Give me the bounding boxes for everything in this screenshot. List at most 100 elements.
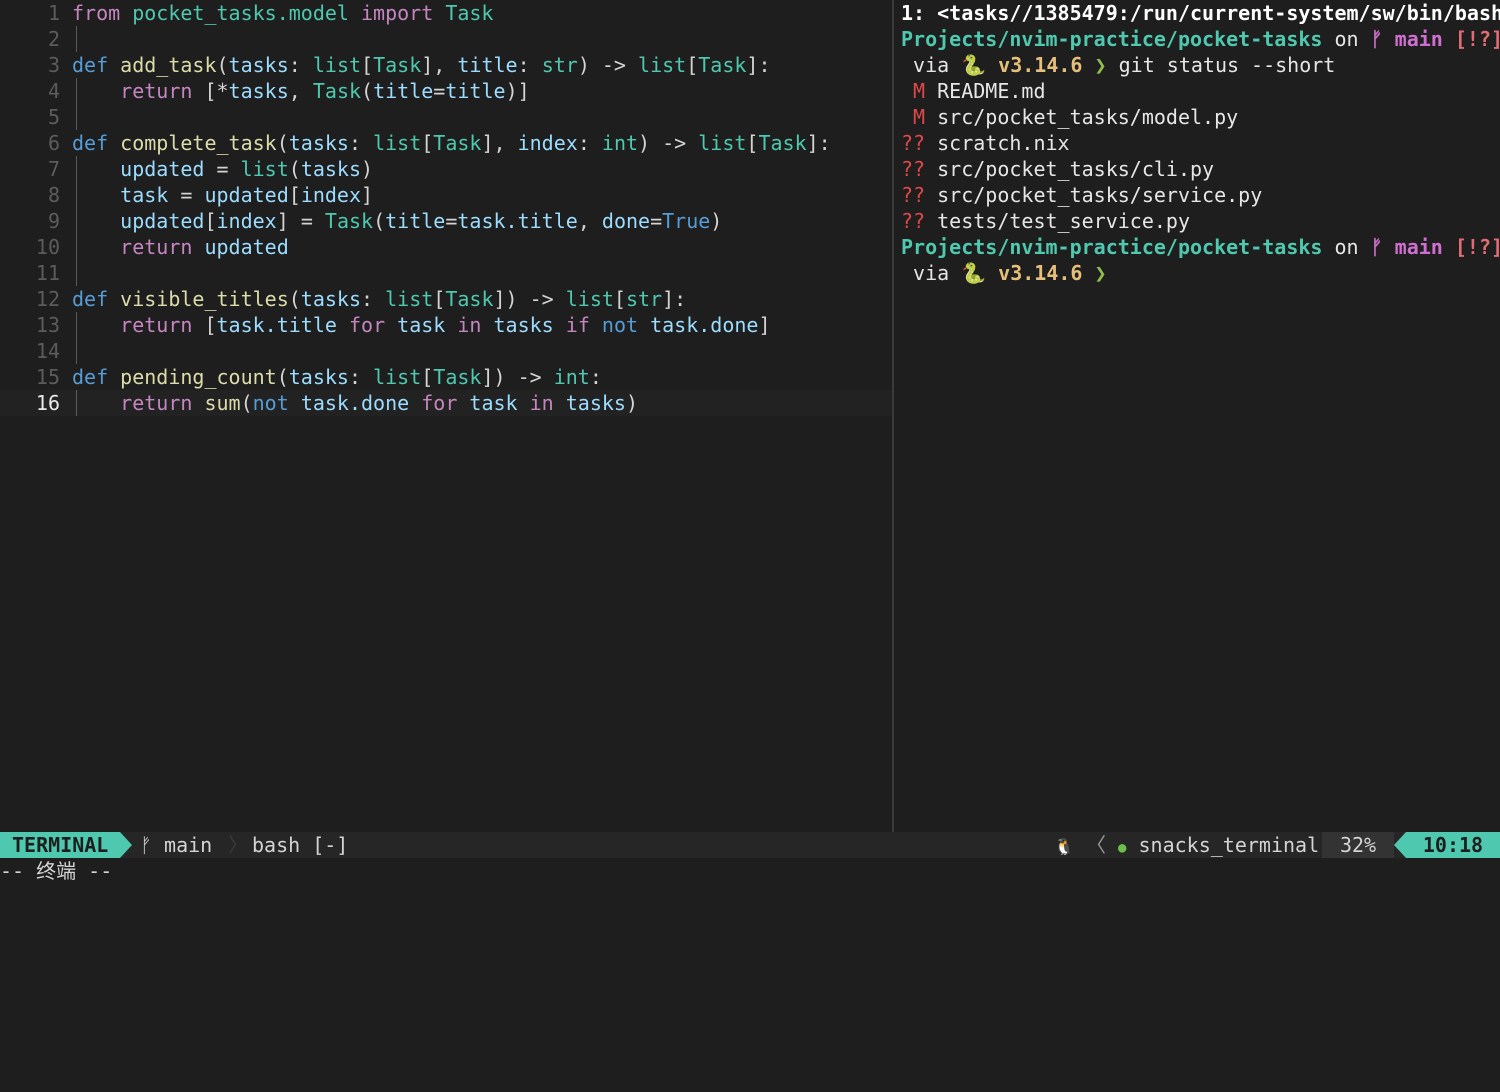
code-line[interactable]: 4 return [*tasks, Task(title=title)] [0, 78, 892, 104]
line-number: 6 [47, 131, 60, 155]
git-status-line: ?? src/pocket_tasks/service.py [901, 182, 1262, 208]
prompt-via: via [901, 53, 962, 77]
code-token: list [373, 365, 422, 389]
code-token: updated [120, 209, 205, 233]
code-line[interactable]: 2 [0, 26, 892, 52]
code-token: title [457, 53, 518, 77]
code-token: = [204, 157, 241, 181]
code-token: ( [288, 157, 301, 181]
code-token: index [216, 209, 277, 233]
git-status-file: tests/test_service.py [937, 209, 1191, 233]
code-text: from pocket_tasks.model import Task [72, 0, 493, 26]
code-token: : [288, 53, 313, 77]
code-token: task [120, 183, 169, 207]
code-line[interactable]: 14 [0, 338, 892, 364]
indent-guide [76, 26, 77, 52]
git-status-file: scratch.nix [937, 131, 1070, 155]
terminal-pane[interactable]: 1: <tasks//1385479:/run/current-system/s… [894, 0, 1500, 832]
code-line[interactable]: 9 updated[index] = Task(title=task.title… [0, 208, 892, 234]
code-token: return [120, 313, 193, 337]
code-editor-pane[interactable]: 1 from pocket_tasks.model import Task 2 3 de… [0, 0, 892, 832]
git-status-flag: M [901, 79, 926, 103]
code-line[interactable]: 16 return sum(not task.done for task in … [0, 390, 892, 416]
line-number: 7 [47, 157, 60, 181]
code-line[interactable]: 10 return updated [0, 234, 892, 260]
code-token: task [397, 313, 446, 337]
code-token: task.done [650, 313, 759, 337]
code-token: title [445, 79, 506, 103]
code-token: updated [120, 157, 205, 181]
code-line[interactable]: 11 [0, 260, 892, 286]
code-token: list [698, 131, 747, 155]
status-branch: ᚠ main [140, 832, 212, 858]
git-status-flag: ?? [901, 131, 926, 155]
code-line[interactable]: 7 updated = list(tasks) [0, 156, 892, 182]
code-token: not [601, 313, 639, 337]
python-version: v3.14.6 [998, 53, 1083, 77]
code-text: return [*tasks, Task(title=title)] [72, 78, 530, 104]
code-token: for [421, 391, 458, 415]
code-token: pending_count [120, 365, 277, 389]
line-number: 13 [35, 313, 60, 337]
code-token: : [361, 287, 386, 311]
code-line[interactable]: 13 return [task.title for task in tasks … [0, 312, 892, 338]
mode-separator [120, 832, 132, 858]
code-token: [ [192, 313, 217, 337]
code-text: def pending_count(tasks: list[Task]) -> … [72, 364, 602, 390]
command-line[interactable]: -- 终端 -- [0, 858, 1500, 885]
status-percent: 32% [1322, 832, 1394, 858]
code-token: if [565, 313, 590, 337]
code-token: ( [373, 209, 386, 233]
code-token: updated [204, 235, 289, 259]
code-token: title [385, 209, 446, 233]
code-token: ]: [662, 287, 687, 311]
command-text: git status --short [1118, 53, 1336, 77]
code-token: task.done [300, 391, 410, 415]
code-line[interactable]: 6 def complete_task(tasks: list[Task], in… [0, 130, 892, 156]
indent-guide [76, 260, 77, 286]
code-line[interactable]: 8 task = updated[index] [0, 182, 892, 208]
code-token: list [565, 287, 614, 311]
status-line: TERMINAL ᚠ main 〉 bash [-] 🐧 〈 ● snacks_… [0, 832, 1500, 858]
code-token: not [252, 391, 289, 415]
code-line[interactable]: 5 [0, 104, 892, 130]
prompt-line-3: Projects/nvim-practice/pocket-tasks on ᚠ… [901, 234, 1500, 260]
python-version: v3.14.6 [998, 261, 1083, 285]
code-token: True [662, 209, 711, 233]
code-token: list [312, 53, 362, 77]
code-token: : [589, 365, 602, 389]
prompt-branch: main [1394, 27, 1443, 51]
prompt-line-4[interactable]: via 🐍 v3.14.6 ❯ [901, 260, 1107, 286]
code-token: ]: [746, 53, 771, 77]
status-filetype: snacks_terminal [1138, 833, 1320, 857]
code-token: tasks [493, 313, 554, 337]
prompt-path: Projects/nvim-practice/pocket-tasks [901, 235, 1323, 259]
code-token: , [577, 209, 602, 233]
code-line[interactable]: 3 def add_task(tasks: list[Task], title: … [0, 52, 892, 78]
status-right: 🐧 〈 ● snacks_terminal [1054, 832, 1319, 858]
code-line[interactable]: 15 def pending_count(tasks: list[Task]) -… [0, 364, 892, 390]
code-token: Task [445, 1, 494, 25]
code-token: int [601, 131, 639, 155]
code-token: in [529, 391, 554, 415]
code-line[interactable]: 1 from pocket_tasks.model import Task [0, 0, 892, 26]
git-status-flag: ?? [901, 183, 926, 207]
code-token: return [120, 79, 193, 103]
git-status-line: ?? scratch.nix [901, 130, 1070, 156]
code-line[interactable]: 12 def visible_titles(tasks: list[Task]) … [0, 286, 892, 312]
code-token: )] [505, 79, 530, 103]
code-token: [ [361, 53, 374, 77]
prompt-path: Projects/nvim-practice/pocket-tasks [901, 27, 1323, 51]
terminal-title: 1: <tasks//1385479:/run/current-system/s… [901, 1, 1500, 25]
status-branch-name: main [164, 833, 213, 857]
code-token: ( [276, 365, 289, 389]
code-token: ]) -> [481, 365, 554, 389]
